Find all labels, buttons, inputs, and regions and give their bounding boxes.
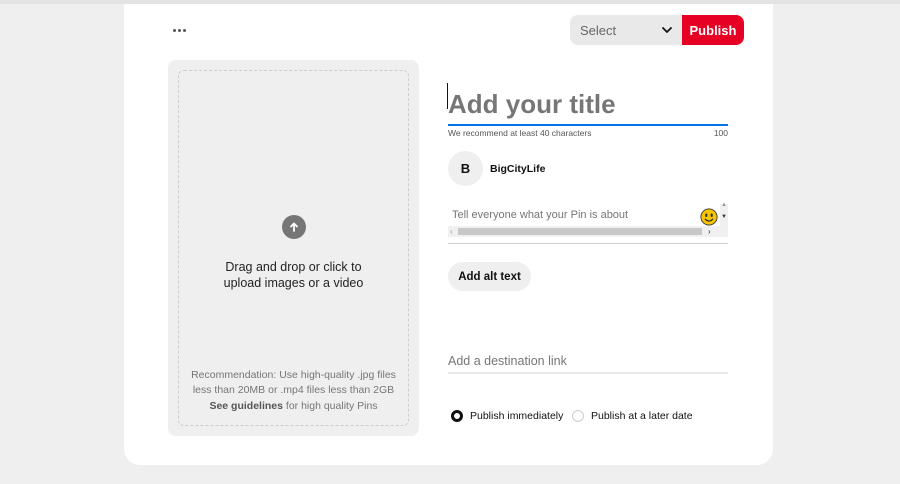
vertical-scrollbar[interactable]: ▲ ▼ (720, 202, 728, 226)
title-char-count: 100 (713, 128, 728, 138)
title-input[interactable] (448, 84, 728, 126)
description-input[interactable] (452, 207, 692, 223)
upload-arrow-icon (282, 215, 306, 239)
pin-builder-card: Select Publish Drag and drop or click to… (124, 4, 773, 465)
scroll-down-icon[interactable]: ▼ (721, 214, 727, 220)
see-guidelines-link[interactable]: See guidelines (209, 400, 283, 412)
more-horizontal-icon (172, 28, 176, 32)
username: BigCityLife (490, 163, 546, 175)
add-alt-text-button[interactable]: Add alt text (448, 262, 531, 291)
avatar[interactable]: B (448, 151, 483, 186)
smiley-emoji-icon[interactable] (700, 208, 718, 226)
radio-unselected-icon[interactable] (572, 410, 584, 422)
title-hint-row: We recommend at least 40 characters 100 (448, 128, 728, 138)
board-select-label: Select (580, 22, 617, 38)
publish-immediately-option[interactable]: Publish immediately (451, 410, 563, 422)
radio-selected-icon[interactable] (451, 410, 463, 422)
upload-dropzone-border: Drag and drop or click to upload images … (178, 70, 409, 426)
chevron-down-icon (662, 27, 672, 33)
guidelines-line: See guidelines for high quality Pins (209, 400, 378, 412)
description-field: ▲ ▼ ‹ › (448, 202, 728, 244)
board-select[interactable]: Select (570, 15, 683, 45)
upload-recommendation: Recommendation: Use high-quality .jpg fi… (191, 369, 396, 396)
scroll-left-icon[interactable]: ‹ (450, 226, 453, 237)
publish-button[interactable]: Publish (682, 15, 744, 45)
destination-link-input[interactable] (448, 349, 728, 374)
more-options-button[interactable] (168, 20, 190, 40)
upload-dropzone[interactable]: Drag and drop or click to upload images … (168, 60, 419, 436)
scroll-right-icon[interactable]: › (708, 226, 711, 237)
scrollbar-thumb[interactable] (458, 228, 702, 235)
title-hint: We recommend at least 40 characters (448, 128, 592, 138)
publish-later-option[interactable]: Publish at a later date (572, 410, 693, 422)
upload-instructions: Drag and drop or click to upload images … (223, 260, 364, 290)
horizontal-scrollbar[interactable]: ‹ › (448, 226, 728, 237)
scroll-up-icon[interactable]: ▲ (721, 202, 727, 208)
